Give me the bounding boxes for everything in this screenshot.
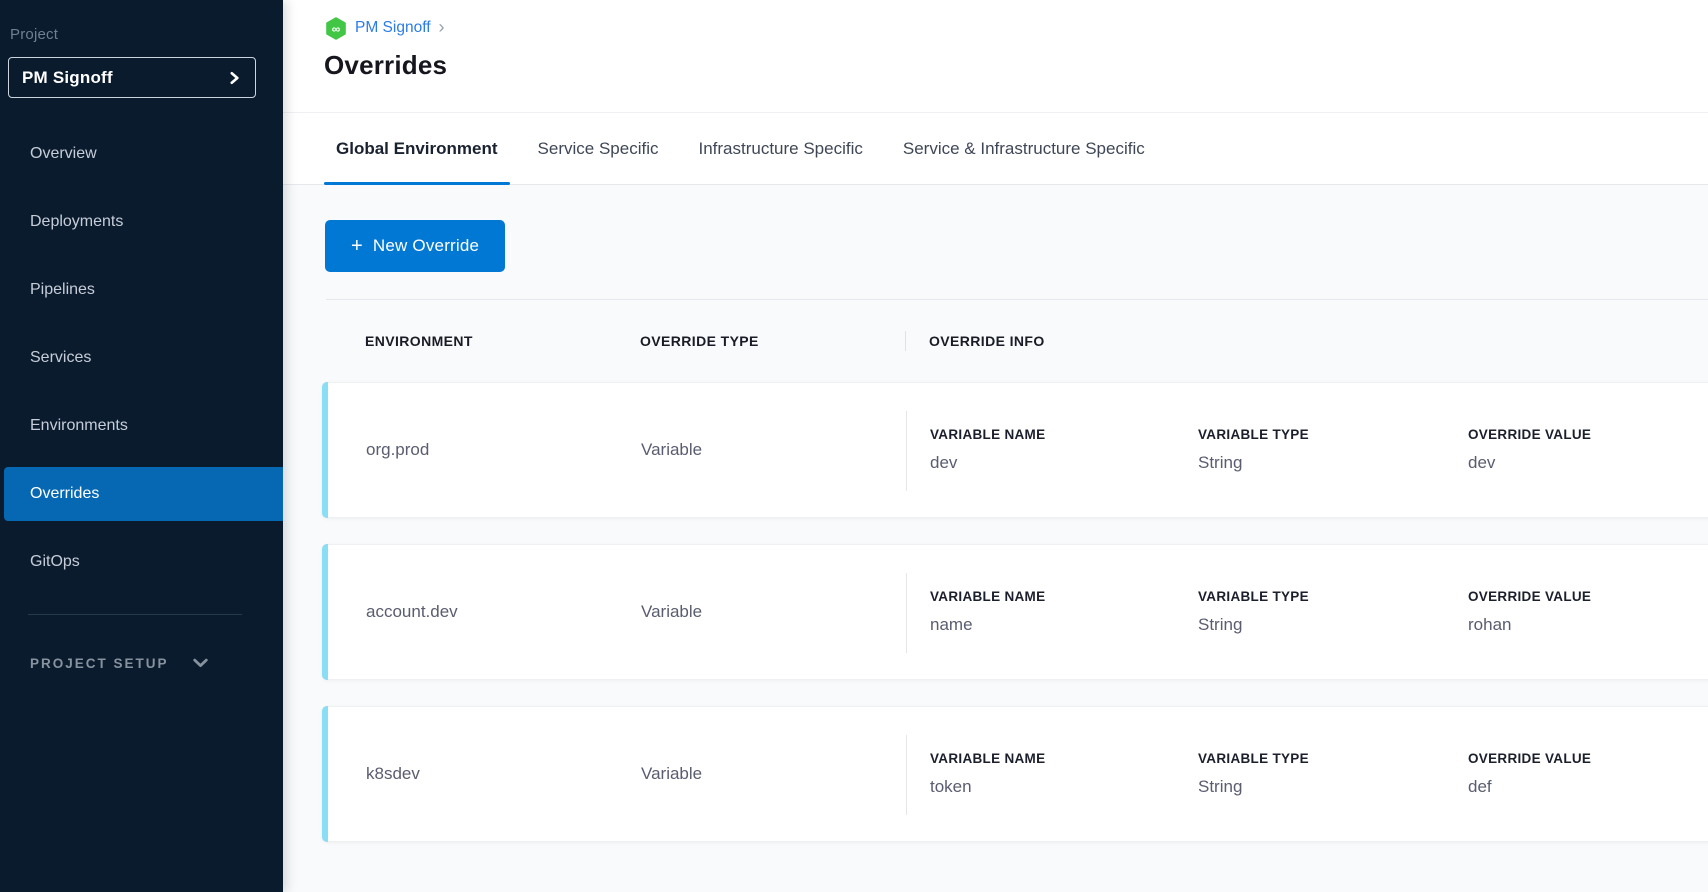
override-value-label: OVERRIDE VALUE <box>1468 751 1591 766</box>
tab-label: Global Environment <box>336 139 498 159</box>
sidebar-item-label: Deployments <box>30 213 123 231</box>
override-value-label: OVERRIDE VALUE <box>1468 589 1591 604</box>
variable-name-value: token <box>930 777 1198 797</box>
breadcrumb-project-link[interactable]: PM Signoff <box>355 19 431 37</box>
sidebar-item-overrides[interactable]: Overrides <box>4 467 283 521</box>
row-override-info: VARIABLE NAME name VARIABLE TYPE String … <box>930 545 1591 679</box>
variable-type-label: VARIABLE TYPE <box>1198 427 1468 442</box>
row-environment: account.dev <box>366 545 458 679</box>
sidebar-item-label: Overrides <box>30 485 99 503</box>
new-override-button[interactable]: + New Override <box>325 220 505 272</box>
row-override-type: Variable <box>641 545 702 679</box>
override-value-value: dev <box>1468 453 1591 473</box>
chevron-down-icon <box>193 658 208 668</box>
tab-service-infrastructure-specific[interactable]: Service & Infrastructure Specific <box>903 113 1145 184</box>
project-setup-section[interactable]: PROJECT SETUP <box>30 650 208 676</box>
page-header: ∞ PM Signoff › Overrides <box>283 0 1708 112</box>
variable-type-label: VARIABLE TYPE <box>1198 589 1468 604</box>
row-environment: org.prod <box>366 383 429 517</box>
project-setup-label: PROJECT SETUP <box>30 656 169 671</box>
sidebar-item-deployments[interactable]: Deployments <box>0 200 283 244</box>
cd-module-icon: ∞ <box>325 17 347 40</box>
breadcrumb: ∞ PM Signoff › <box>325 16 445 40</box>
override-value-value: rohan <box>1468 615 1591 635</box>
plus-icon: + <box>351 236 363 256</box>
variable-type-value: String <box>1198 615 1468 635</box>
new-override-button-label: New Override <box>373 236 479 256</box>
override-value-label: OVERRIDE VALUE <box>1468 427 1591 442</box>
variable-name-label: VARIABLE NAME <box>930 589 1198 604</box>
info-divider <box>906 411 907 491</box>
info-divider <box>906 573 907 653</box>
override-value-value: def <box>1468 777 1591 797</box>
tab-label: Infrastructure Specific <box>698 139 862 159</box>
tab-label: Service & Infrastructure Specific <box>903 139 1145 159</box>
sidebar-item-label: Pipelines <box>30 281 95 299</box>
chevron-right-icon: › <box>439 18 445 38</box>
sidebar-item-label: GitOps <box>30 553 80 571</box>
sidebar-item-services[interactable]: Services <box>0 336 283 380</box>
project-selector-value: PM Signoff <box>22 68 113 88</box>
column-header-override-type: OVERRIDE TYPE <box>640 300 759 382</box>
variable-type-label: VARIABLE TYPE <box>1198 751 1468 766</box>
table-header-row: ENVIRONMENT OVERRIDE TYPE OVERRIDE INFO <box>322 300 1708 382</box>
row-accent-bar <box>322 544 328 680</box>
row-override-type: Variable <box>641 707 702 841</box>
tab-bar: Global Environment Service Specific Infr… <box>283 112 1708 185</box>
override-row[interactable]: org.prod Variable VARIABLE NAME dev VARI… <box>322 382 1708 518</box>
chevron-right-icon <box>228 71 241 85</box>
row-override-info: VARIABLE NAME token VARIABLE TYPE String… <box>930 707 1591 841</box>
row-accent-bar <box>322 382 328 518</box>
variable-type-value: String <box>1198 777 1468 797</box>
page-title: Overrides <box>324 50 447 81</box>
column-divider <box>905 331 906 351</box>
variable-name-label: VARIABLE NAME <box>930 427 1198 442</box>
project-selector[interactable]: PM Signoff <box>8 57 256 98</box>
sidebar-item-overview[interactable]: Overview <box>0 132 283 176</box>
sidebar-item-gitops[interactable]: GitOps <box>0 540 283 584</box>
tab-label: Service Specific <box>538 139 659 159</box>
sidebar-item-label: Environments <box>30 417 128 435</box>
svg-text:∞: ∞ <box>332 21 341 35</box>
tab-infrastructure-specific[interactable]: Infrastructure Specific <box>698 113 862 184</box>
sidebar-item-environments[interactable]: Environments <box>0 404 283 448</box>
row-override-type: Variable <box>641 383 702 517</box>
override-row[interactable]: account.dev Variable VARIABLE NAME name … <box>322 544 1708 680</box>
variable-name-label: VARIABLE NAME <box>930 751 1198 766</box>
column-header-environment: ENVIRONMENT <box>365 300 473 382</box>
overrides-panel: + New Override ENVIRONMENT OVERRIDE TYPE… <box>283 185 1708 892</box>
tab-service-specific[interactable]: Service Specific <box>538 113 659 184</box>
override-row[interactable]: k8sdev Variable VARIABLE NAME token VARI… <box>322 706 1708 842</box>
main-content: ∞ PM Signoff › Overrides Global Environm… <box>283 0 1708 892</box>
variable-type-value: String <box>1198 453 1468 473</box>
column-header-override-info: OVERRIDE INFO <box>929 300 1045 382</box>
row-accent-bar <box>322 706 328 842</box>
project-label: Project <box>10 26 58 43</box>
sidebar: Project PM Signoff Overview Deployments … <box>0 0 283 892</box>
sidebar-item-label: Services <box>30 349 91 367</box>
variable-name-value: name <box>930 615 1198 635</box>
variable-name-value: dev <box>930 453 1198 473</box>
sidebar-item-pipelines[interactable]: Pipelines <box>0 268 283 312</box>
info-divider <box>906 735 907 815</box>
sidebar-item-label: Overview <box>30 145 97 163</box>
row-override-info: VARIABLE NAME dev VARIABLE TYPE String O… <box>930 383 1591 517</box>
row-environment: k8sdev <box>366 707 420 841</box>
tab-global-environment[interactable]: Global Environment <box>336 113 498 184</box>
sidebar-divider <box>28 614 242 615</box>
